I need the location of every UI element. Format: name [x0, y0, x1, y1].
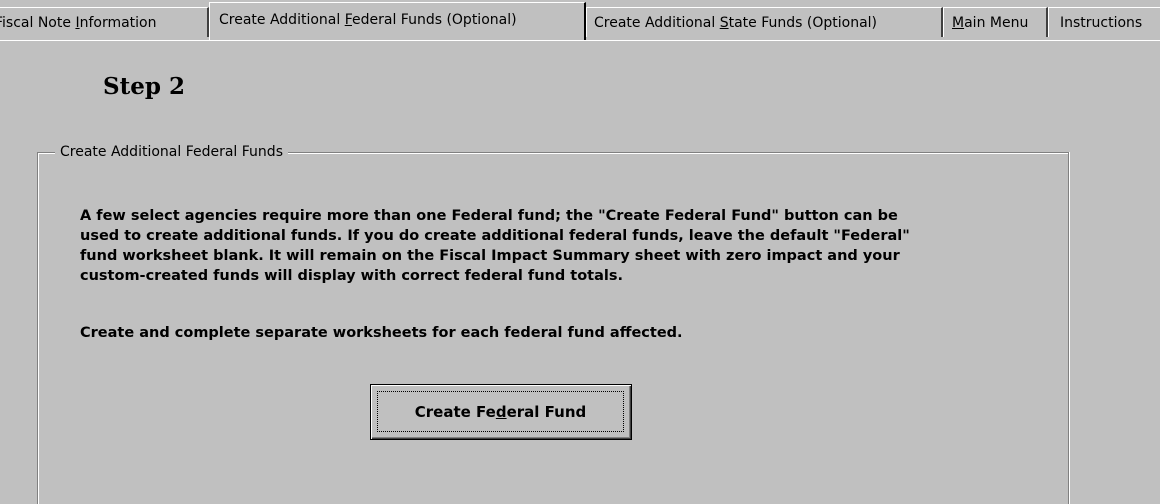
tab-main-menu[interactable]: Main Menu [943, 7, 1048, 37]
instructions-paragraph: A few select agencies require more than … [80, 208, 910, 284]
tab-label: Fiscal Note Information [0, 15, 157, 31]
tab-create-additional-state-funds[interactable]: Create Additional State Funds (Optional) [586, 7, 943, 37]
tab-strip: Fiscal Note Information Create Additiona… [0, 0, 1160, 42]
group-legend: Create Additional Federal Funds [55, 141, 288, 163]
button-focus-ring: Create Fe d eral Fund [377, 391, 624, 432]
step-title: Step 2 [103, 73, 185, 100]
tab-instructions[interactable]: Instructions [1048, 7, 1160, 37]
tab-label: Create Additional Federal Funds (Optiona… [219, 12, 517, 28]
tab-create-additional-federal-funds[interactable]: Create Additional Federal Funds (Optiona… [209, 2, 586, 40]
tab-label: Main Menu [952, 15, 1029, 31]
tab-label: Instructions [1060, 15, 1143, 31]
tab-label: Create Additional State Funds (Optional) [594, 15, 877, 31]
instructions-note: Create and complete separate worksheets … [80, 325, 683, 341]
tab-baseline [0, 40, 1160, 41]
tab-fiscal-note-information[interactable]: Fiscal Note Information [0, 7, 209, 37]
create-federal-fund-button[interactable]: Create Fe d eral Fund [370, 384, 632, 440]
